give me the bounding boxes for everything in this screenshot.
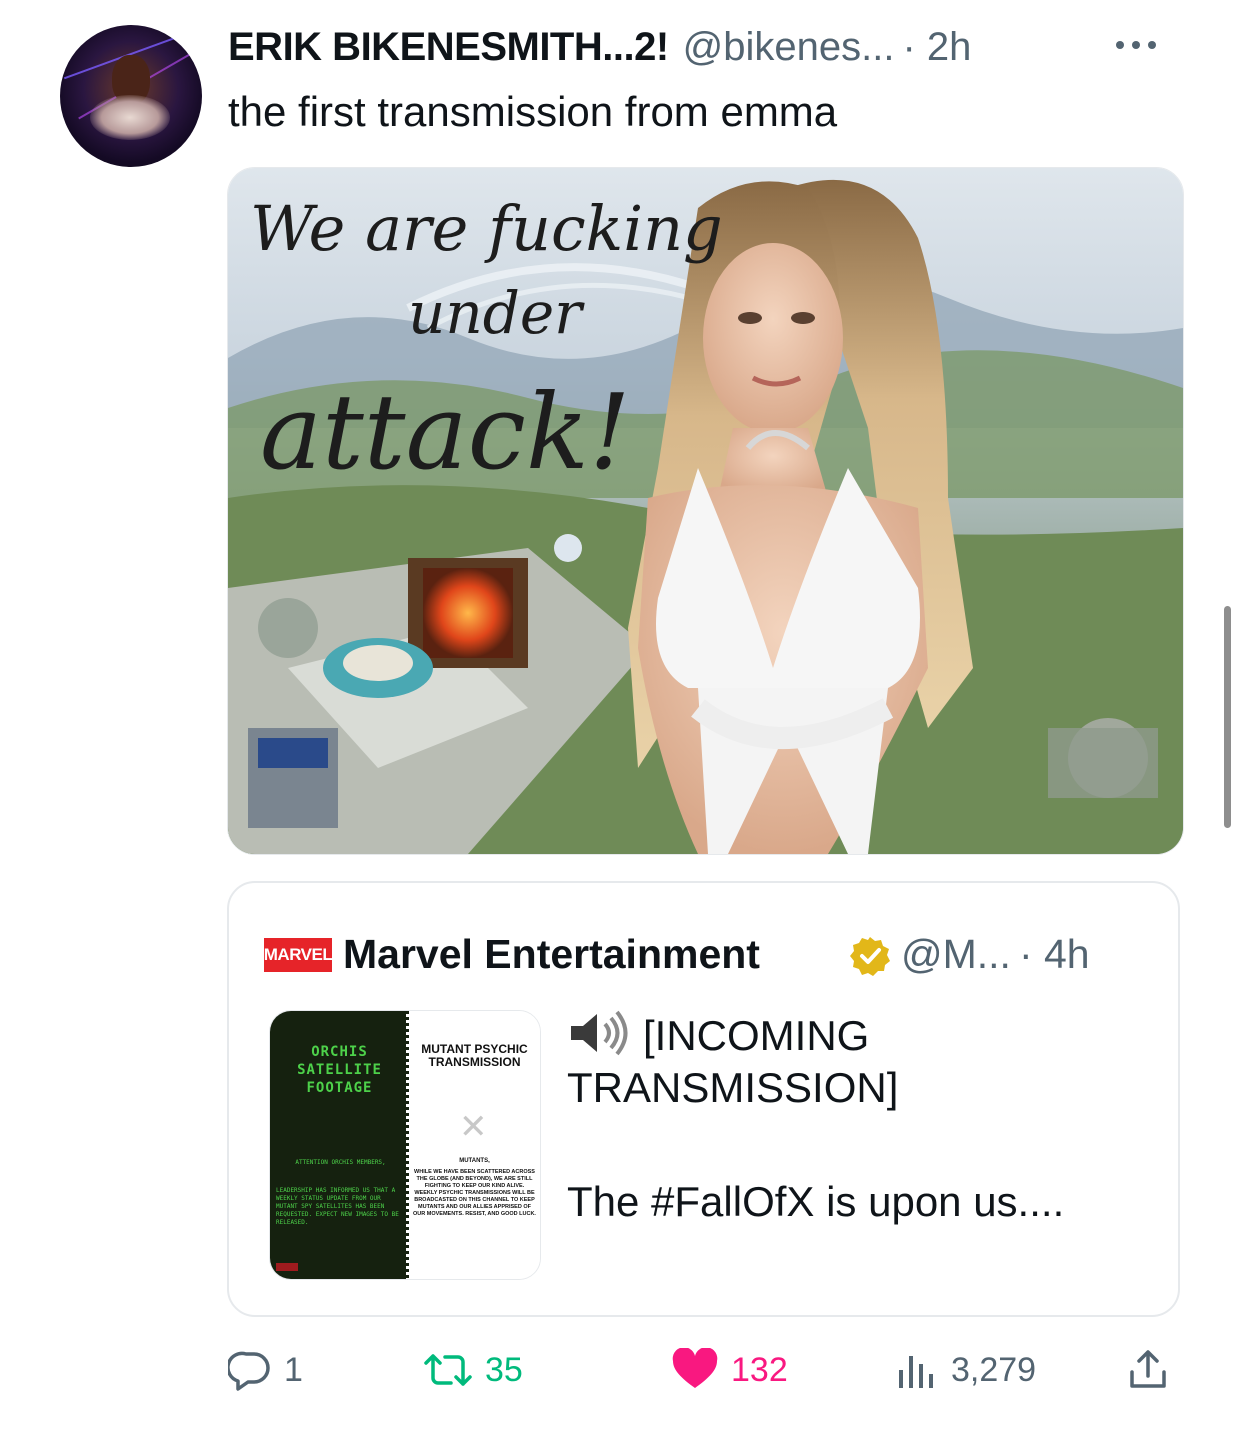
quote-display-name[interactable]: Marvel Entertainment bbox=[343, 931, 760, 978]
quote-text: [INCOMING TRANSMISSION] The #FallOfX is … bbox=[567, 1008, 1157, 1228]
retweet-icon bbox=[424, 1354, 472, 1386]
mutant-panel: MUTANT PSYCHIC TRANSMISSION ✕ MUTANTS, W… bbox=[409, 1011, 540, 1279]
author-display-name[interactable]: ERIK BIKENESMITH...2! bbox=[228, 25, 669, 70]
overlay-text-line2: under bbox=[408, 279, 585, 347]
quote-handle-time[interactable]: @M... · 4h bbox=[901, 931, 1090, 978]
tweet-header: ERIK BIKENESMITH...2! @bikenes... · 2h bbox=[228, 22, 971, 72]
share-icon bbox=[1130, 1350, 1166, 1388]
orchis-subtitle: ATTENTION ORCHIS MEMBERS, bbox=[295, 1159, 386, 1166]
quote-media-image[interactable]: ORCHIS SATELLITE FOOTAGE ATTENTION ORCHI… bbox=[269, 1010, 541, 1280]
share-button[interactable] bbox=[1126, 1340, 1170, 1400]
views-count: 3,279 bbox=[951, 1350, 1037, 1389]
author-avatar[interactable] bbox=[60, 25, 202, 167]
tweet-media-image[interactable]: We are fucking under attack! bbox=[227, 167, 1184, 855]
orchis-panel: ORCHIS SATELLITE FOOTAGE ATTENTION ORCHI… bbox=[270, 1011, 409, 1279]
orchis-body: LEADERSHIP HAS INFORMED US THAT A WEEKLY… bbox=[276, 1187, 399, 1226]
quote-handle[interactable]: @M... bbox=[901, 931, 1011, 977]
speaker-icon bbox=[571, 1010, 628, 1056]
scrollbar[interactable] bbox=[1224, 606, 1231, 828]
tweet-text: the first transmission from emma bbox=[228, 88, 838, 135]
mutant-title: MUTANT PSYCHIC TRANSMISSION bbox=[421, 1042, 528, 1069]
mutant-body: WHILE WE HAVE BEEN SCATTERED ACROSS THE … bbox=[413, 1169, 536, 1217]
heart-icon bbox=[672, 1348, 718, 1388]
reply-count: 1 bbox=[284, 1350, 303, 1389]
verified-badge-icon bbox=[850, 937, 890, 976]
tweet-timestamp[interactable]: · 2h bbox=[902, 25, 971, 70]
avatar-collar bbox=[90, 95, 170, 140]
marvel-logo: MARVEL bbox=[264, 938, 333, 972]
quoted-tweet[interactable]: MARVEL Marvel Entertainment @M... · 4h OR… bbox=[227, 881, 1180, 1317]
quote-line3: The #FallOfX is upon us.... bbox=[567, 1178, 1065, 1225]
quote-line2: TRANSMISSION] bbox=[567, 1064, 899, 1111]
retweet-count: 35 bbox=[485, 1350, 523, 1389]
like-count: 132 bbox=[731, 1350, 788, 1389]
more-options-icon[interactable] bbox=[1116, 30, 1186, 60]
quote-timestamp[interactable]: · 4h bbox=[1019, 931, 1090, 977]
author-handle[interactable]: @bikenes... bbox=[683, 25, 895, 70]
reply-button[interactable]: 1 bbox=[228, 1340, 303, 1400]
reply-icon bbox=[228, 1351, 270, 1391]
overlay-text-line3: attack! bbox=[260, 371, 631, 493]
mutant-subtitle: MUTANTS, bbox=[459, 1158, 490, 1164]
quote-line1: [INCOMING bbox=[643, 1012, 870, 1059]
orchis-title: ORCHIS SATELLITE FOOTAGE bbox=[297, 1044, 382, 1096]
overlay-text-line1: We are fucking bbox=[250, 192, 723, 265]
views-chart-icon bbox=[899, 1356, 933, 1388]
views-button[interactable]: 3,279 bbox=[895, 1340, 1036, 1400]
like-button[interactable]: 132 bbox=[671, 1340, 788, 1400]
marvel-mini-logo bbox=[276, 1263, 298, 1271]
tweet-actions: 1 35 132 3,279 bbox=[228, 1340, 1188, 1400]
retweet-button[interactable]: 35 bbox=[423, 1340, 523, 1400]
x-logo-icon: ✕ bbox=[459, 1108, 488, 1146]
